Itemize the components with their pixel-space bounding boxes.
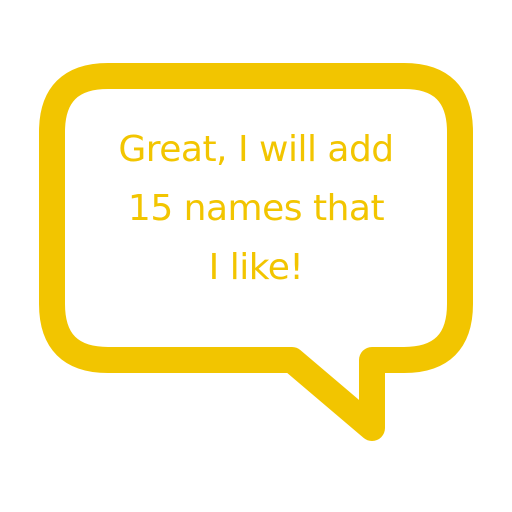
message-line-1: Great, I will add bbox=[118, 129, 394, 170]
speech-bubble-message: Great, I will add 15 names that I like! bbox=[70, 120, 442, 297]
message-line-2: 15 names that bbox=[127, 188, 385, 229]
message-line-3: I like! bbox=[208, 247, 304, 288]
speech-bubble-graphic: Great, I will add 15 names that I like! bbox=[0, 0, 512, 512]
